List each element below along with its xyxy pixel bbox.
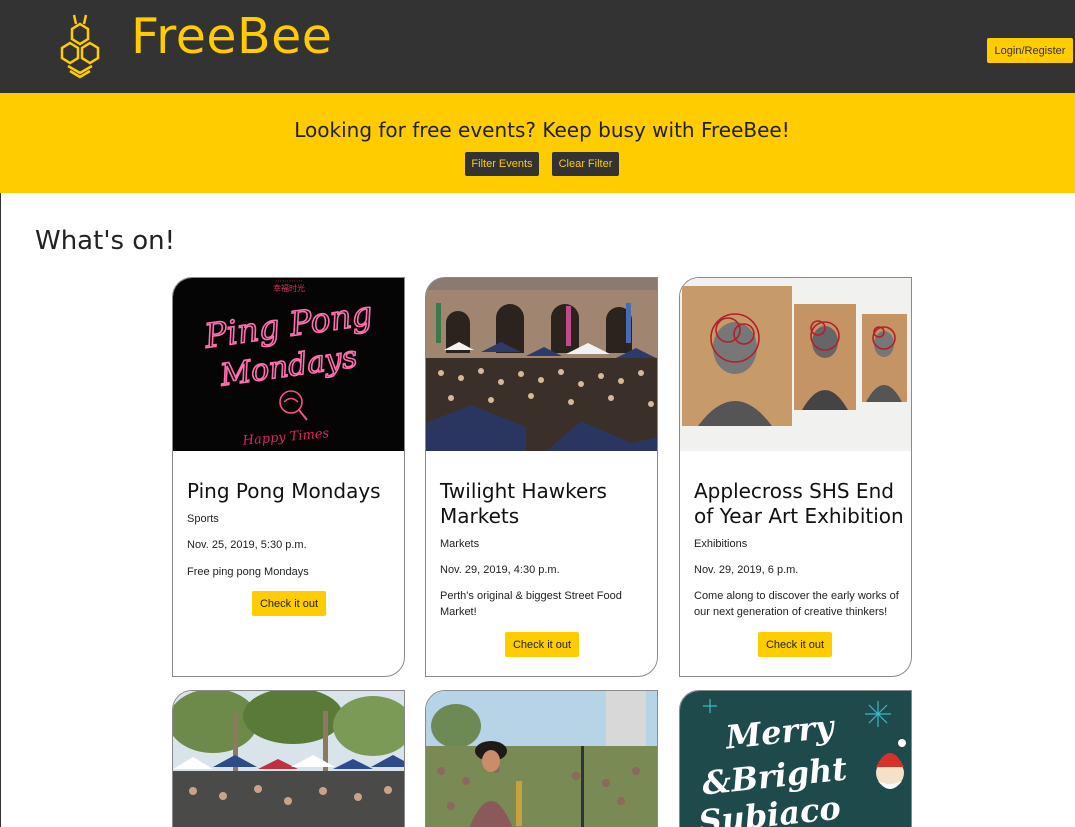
event-card — [425, 690, 658, 827]
event-card — [172, 690, 405, 827]
event-category: Sports — [187, 513, 219, 525]
event-description: Free ping pong Mondays — [187, 566, 309, 578]
event-image[interactable] — [173, 691, 405, 827]
event-card: Applecross SHS End of Year Art Exhibitio… — [679, 277, 912, 677]
event-category: Exhibitions — [694, 538, 748, 550]
brand-name[interactable]: FreeBee — [131, 8, 332, 65]
top-navbar: FreeBee Login/Register — [0, 0, 1075, 93]
bee-hive-logo-icon[interactable] — [44, 10, 116, 82]
check-it-out-button[interactable]: Check it out — [758, 632, 832, 657]
event-image[interactable] — [680, 278, 911, 451]
event-date: Nov. 29, 2019, 4:30 p.m. — [440, 564, 560, 576]
check-it-out-button[interactable]: Check it out — [505, 632, 579, 657]
check-it-out-button[interactable]: Check it out — [252, 591, 326, 616]
event-title: Twilight Hawkers Markets — [440, 479, 607, 528]
event-card: Merry &Bright Subiaco — [679, 690, 912, 827]
filter-events-button[interactable]: Filter Events — [465, 152, 539, 176]
event-title: Applecross SHS End of Year Art Exhibitio… — [694, 479, 904, 528]
event-description: Perth's original & biggest Street Food M… — [440, 590, 622, 618]
event-image[interactable] — [426, 691, 658, 827]
event-card: Twilight Hawkers Markets Markets Nov. 29… — [425, 277, 658, 677]
event-image[interactable]: Merry &Bright Subiaco — [680, 691, 912, 827]
event-date: Nov. 25, 2019, 5:30 p.m. — [187, 539, 307, 551]
event-title: Ping Pong Mondays — [187, 479, 381, 503]
event-description: Come along to discover the early works o… — [694, 590, 899, 618]
hero-banner: Looking for free events? Keep busy with … — [0, 93, 1075, 193]
clear-filter-button[interactable]: Clear Filter — [552, 152, 619, 176]
event-image[interactable] — [426, 278, 657, 451]
page-divider — [0, 193, 1, 827]
svg-text:幸福时光: 幸福时光 — [273, 283, 305, 293]
event-date: Nov. 29, 2019, 6 p.m. — [694, 564, 799, 576]
login-register-button[interactable]: Login/Register — [987, 38, 1073, 63]
event-image[interactable]: ⋯⋯⋯⋯ 幸福时光 Ping Pong Mondays Happy Times — [173, 278, 404, 451]
event-category: Markets — [440, 538, 480, 550]
event-card: ⋯⋯⋯⋯ 幸福时光 Ping Pong Mondays Happy Times … — [172, 277, 405, 677]
hero-tagline: Looking for free events? Keep busy with … — [294, 118, 790, 142]
section-title: What's on! — [35, 226, 176, 256]
neon-sign-caption: Happy Times — [241, 426, 330, 449]
